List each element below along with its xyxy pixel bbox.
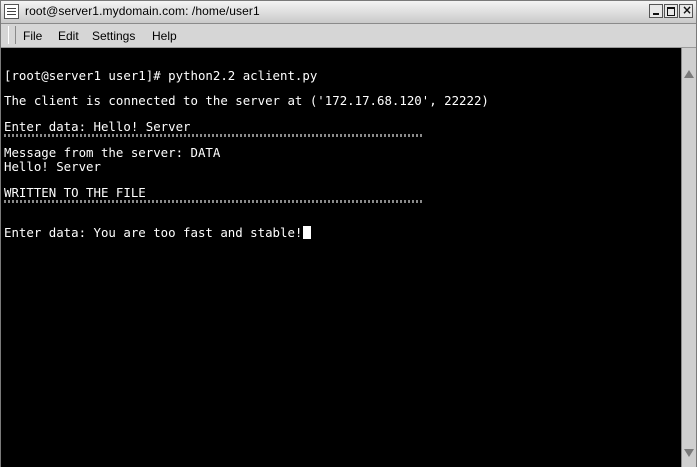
close-button[interactable]: ×	[679, 3, 693, 18]
text-cursor	[303, 226, 312, 239]
terminal-line-written: WRITTEN TO THE FILE	[4, 185, 146, 200]
close-icon: ×	[682, 3, 693, 17]
terminal-line-server-message: Message from the server: DATA	[4, 145, 221, 160]
terminal-line-current-input: Enter data: You are too fast and stable!	[4, 225, 312, 240]
terminal-prompt-text: Enter data: You are too fast and stable!	[4, 225, 303, 240]
wavy-separator	[4, 200, 424, 203]
terminal-line-command: [root@server1 user1]# python2.2 aclient.…	[4, 68, 318, 83]
title-bar[interactable]: root@server1.mydomain.com: /home/user1 ×	[1, 1, 696, 24]
terminal-output[interactable]: [root@server1 user1]# python2.2 aclient.…	[1, 48, 681, 467]
terminal-line-hello: Hello! Server	[4, 159, 101, 174]
scroll-down-icon[interactable]	[684, 449, 694, 457]
menu-help[interactable]: Help	[152, 29, 177, 43]
menubar-grip[interactable]	[8, 26, 16, 44]
window-title: root@server1.mydomain.com: /home/user1	[25, 4, 260, 18]
menu-file[interactable]: File	[23, 29, 42, 43]
menu-bar: File Edit Settings Help	[1, 24, 696, 48]
terminal-line-connected: The client is connected to the server at…	[4, 93, 489, 108]
scroll-up-icon[interactable]	[684, 70, 694, 78]
menu-settings[interactable]: Settings	[92, 29, 135, 43]
wavy-separator	[4, 134, 424, 137]
maximize-button[interactable]	[664, 4, 678, 18]
vertical-scrollbar[interactable]	[681, 48, 696, 467]
menu-edit[interactable]: Edit	[58, 29, 79, 43]
terminal-line-enter-data-1: Enter data: Hello! Server	[4, 119, 191, 134]
terminal-window: root@server1.mydomain.com: /home/user1 ×…	[0, 0, 697, 467]
window-menu-icon[interactable]	[4, 4, 19, 19]
minimize-button[interactable]	[649, 4, 663, 18]
